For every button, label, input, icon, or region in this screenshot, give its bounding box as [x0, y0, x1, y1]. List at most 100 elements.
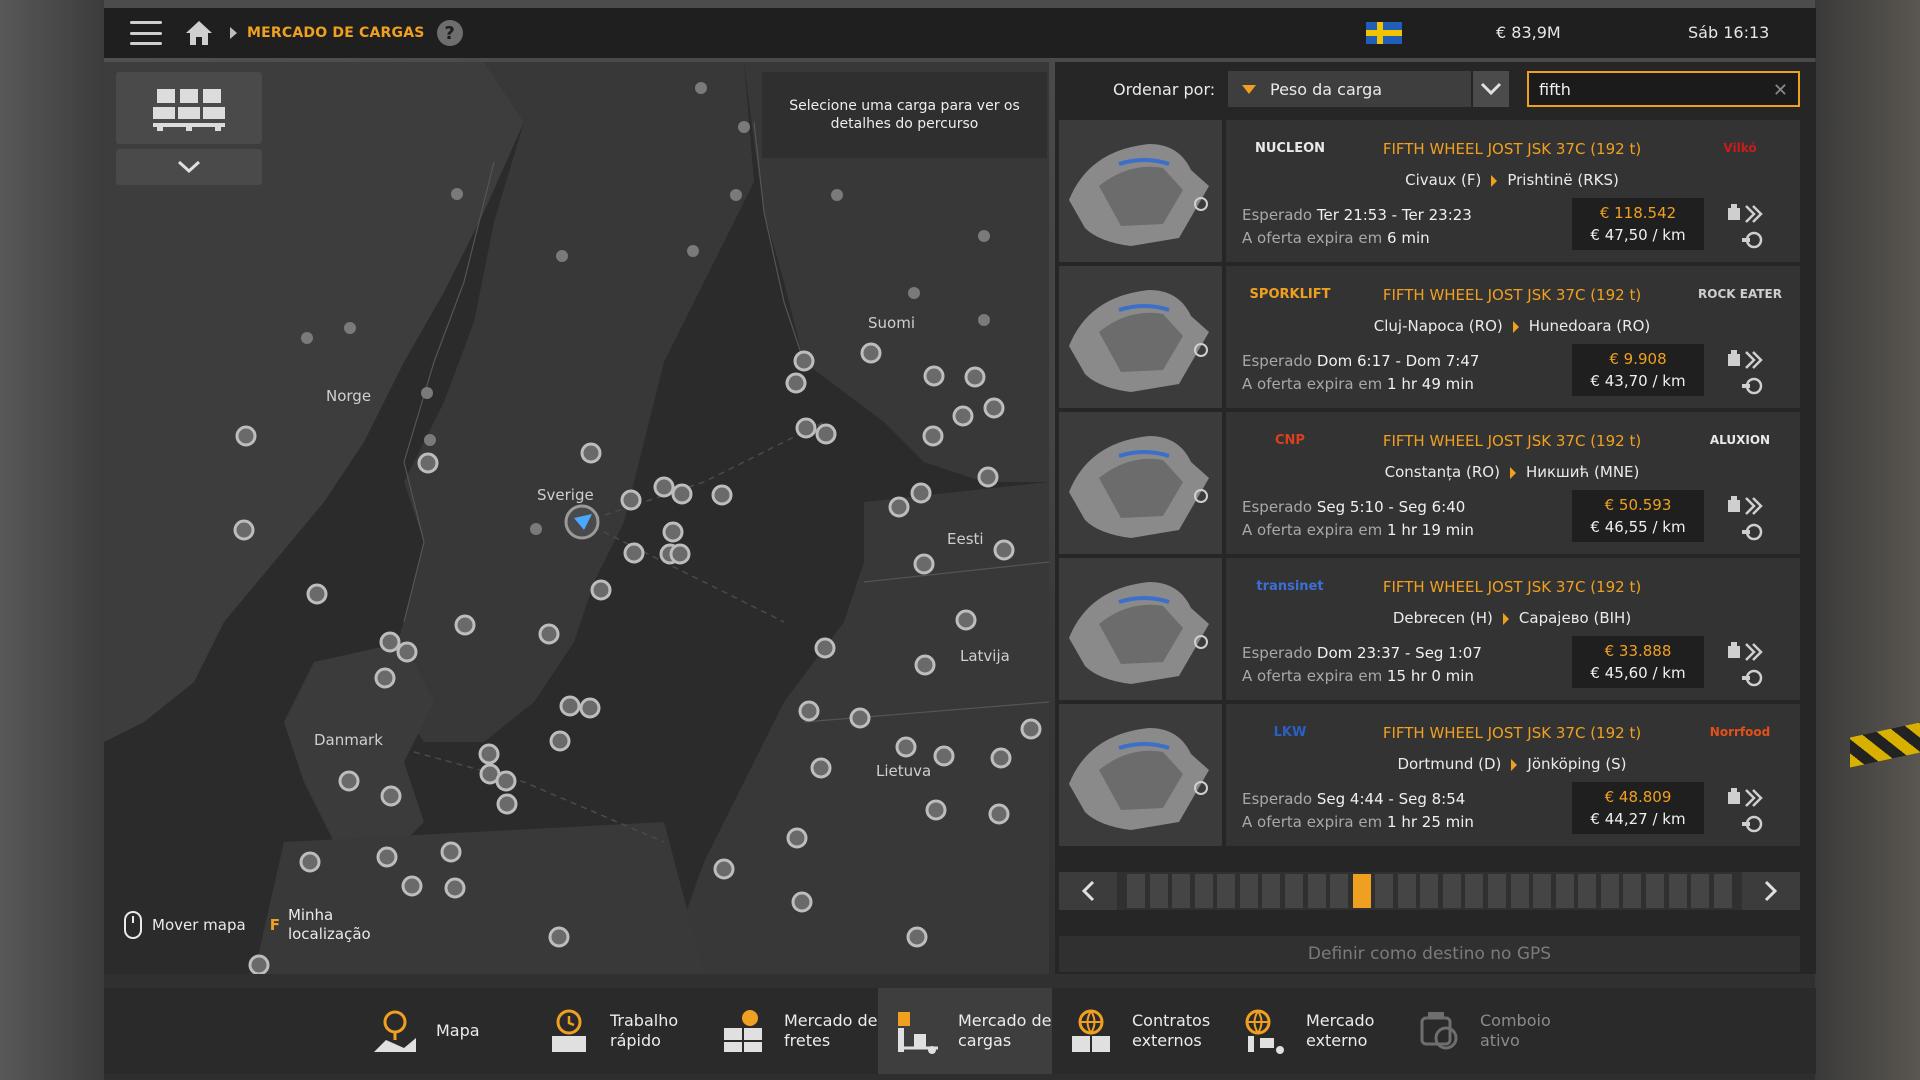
- mouse-icon: [124, 911, 142, 939]
- cargo-view-button[interactable]: [116, 72, 262, 144]
- nav-label: Mercado de fretes: [784, 1011, 878, 1050]
- help-icon[interactable]: ?: [436, 20, 463, 46]
- job-icons: [1726, 202, 1766, 252]
- nav-map[interactable]: Mapa: [356, 988, 530, 1074]
- page-dot[interactable]: [1352, 874, 1371, 908]
- page-dot[interactable]: [1713, 874, 1732, 908]
- route-origin: Debrecen (H): [1392, 609, 1493, 627]
- page-dot[interactable]: [1623, 874, 1642, 908]
- job-card[interactable]: NUCLEON FIFTH WHEEL JOST JSK 37C (192 t)…: [1059, 120, 1800, 262]
- previous-page-button[interactable]: [1059, 872, 1117, 910]
- page-title: MERCADO DE CARGAS: [247, 25, 425, 41]
- job-icons: [1726, 494, 1766, 544]
- page-dot[interactable]: [1172, 874, 1191, 908]
- nav-label: Mercado externo: [1306, 1011, 1375, 1050]
- nav-external-market[interactable]: Mercado externo: [1226, 988, 1400, 1074]
- set-gps-destination-button[interactable]: Definir como destino no GPS: [1059, 936, 1800, 972]
- clear-search-icon[interactable]: ✕: [1773, 80, 1788, 101]
- job-card[interactable]: LKW FIFTH WHEEL JOST JSK 37C (192 t) Nor…: [1059, 704, 1800, 846]
- page-dot[interactable]: [1397, 874, 1416, 908]
- expires-time: 1 hr 19 min: [1387, 521, 1474, 539]
- source-company-logo: SPORKLIFT: [1249, 286, 1331, 302]
- chevron-down-icon: [1480, 82, 1502, 96]
- page-dot[interactable]: [1668, 874, 1687, 908]
- job-price: € 50.593 € 46,55 / km: [1572, 490, 1704, 542]
- page-dot[interactable]: [1465, 874, 1484, 908]
- job-icons: [1726, 786, 1766, 836]
- page-dot[interactable]: [1555, 874, 1574, 908]
- job-info: NUCLEON FIFTH WHEEL JOST JSK 37C (192 t)…: [1226, 120, 1800, 262]
- fast-delivery-icon: [1745, 351, 1763, 369]
- page-dot[interactable]: [1442, 874, 1461, 908]
- page-dot[interactable]: [1533, 874, 1552, 908]
- map-footer: Mover mapa F Minha localização: [124, 906, 371, 944]
- cargo-weight-icon: [1728, 350, 1740, 366]
- trailer-icon: [1742, 669, 1763, 687]
- page-dot[interactable]: [1600, 874, 1619, 908]
- job-card[interactable]: transinet FIFTH WHEEL JOST JSK 37C (192 …: [1059, 558, 1800, 700]
- page-dot[interactable]: [1127, 874, 1145, 908]
- job-price: € 33.888 € 45,60 / km: [1572, 636, 1704, 688]
- convoy-icon: [1420, 1012, 1458, 1050]
- nav-freight-market[interactable]: Mercado de fretes: [704, 988, 878, 1074]
- fast-delivery-icon: [1745, 205, 1763, 223]
- job-rate-per-km: € 46,55 / km: [1590, 518, 1686, 536]
- route-arrow-icon: [1491, 174, 1498, 187]
- page-dot[interactable]: [1375, 874, 1394, 908]
- sort-select[interactable]: Peso da carga: [1228, 71, 1471, 107]
- route-arrow-icon: [1509, 466, 1516, 479]
- page-dot[interactable]: [1578, 874, 1597, 908]
- source-company-logo: transinet: [1256, 578, 1324, 594]
- external-contracts-icon: [1072, 1009, 1110, 1052]
- page-dot[interactable]: [1149, 874, 1168, 908]
- page-dot[interactable]: [1239, 874, 1258, 908]
- my-location-button[interactable]: Minha localização: [288, 906, 371, 944]
- map-canvas[interactable]: [104, 62, 1049, 974]
- route-destination: Никшић (MNE): [1525, 463, 1640, 481]
- bottom-navigation: Mapa Trabalho rápido Mercado de fretes M…: [104, 988, 1816, 1074]
- page-dot[interactable]: [1307, 874, 1326, 908]
- home-icon[interactable]: [184, 19, 214, 47]
- page-dot[interactable]: [1420, 874, 1439, 908]
- expected-time: Seg 4:44 - Seg 8:54: [1316, 790, 1466, 808]
- nav-quick-job[interactable]: Trabalho rápido: [530, 988, 704, 1074]
- job-revenue: € 118.542: [1599, 204, 1677, 222]
- expires-time: 6 min: [1387, 229, 1430, 247]
- target-company-logo: [1690, 566, 1790, 606]
- expires-label: A oferta expira em: [1242, 229, 1383, 247]
- sort-dropdown-button[interactable]: [1473, 71, 1509, 107]
- next-page-button[interactable]: [1742, 872, 1800, 910]
- page-dot[interactable]: [1217, 874, 1236, 908]
- job-card[interactable]: CNP FIFTH WHEEL JOST JSK 37C (192 t) ALU…: [1059, 412, 1800, 554]
- job-icons: [1726, 640, 1766, 690]
- nav-convoy[interactable]: Comboio ativo: [1400, 988, 1574, 1074]
- fifth-wheel-image: [1059, 704, 1222, 846]
- source-company-logo: NUCLEON: [1254, 140, 1326, 156]
- offer-expiry: A oferta expira em 1 hr 19 min: [1242, 521, 1474, 539]
- nav-external-contracts[interactable]: Contratos externos: [1052, 988, 1226, 1074]
- map-panel[interactable]: Norge Sverige Suomi Eesti Latvija Danmar…: [104, 62, 1049, 974]
- job-price: € 9.908 € 43,70 / km: [1572, 344, 1704, 396]
- move-map-label: Mover mapa: [152, 916, 246, 934]
- page-dot[interactable]: [1645, 874, 1664, 908]
- page-dot[interactable]: [1691, 874, 1710, 908]
- search-input[interactable]: [1539, 79, 1759, 99]
- job-icons: [1726, 348, 1766, 398]
- game-clock: Sáb 16:13: [1688, 23, 1770, 42]
- external-market-icon: [1245, 1009, 1284, 1054]
- expected-label: Esperado: [1242, 498, 1313, 516]
- page-dot[interactable]: [1510, 874, 1529, 908]
- nav-cargo-market[interactable]: Mercado de cargas: [878, 988, 1052, 1074]
- page-dot[interactable]: [1194, 874, 1213, 908]
- job-card[interactable]: SPORKLIFT FIFTH WHEEL JOST JSK 37C (192 …: [1059, 266, 1800, 408]
- page-dot[interactable]: [1330, 874, 1349, 908]
- target-company-logo: ROCK EATER: [1698, 287, 1782, 301]
- hamburger-menu-icon[interactable]: [130, 21, 162, 45]
- search-field[interactable]: ✕: [1527, 71, 1800, 107]
- page-dot[interactable]: [1284, 874, 1303, 908]
- job-price: € 48.809 € 44,27 / km: [1572, 782, 1704, 834]
- page-dot[interactable]: [1488, 874, 1506, 908]
- expires-time: 1 hr 49 min: [1387, 375, 1474, 393]
- page-dot[interactable]: [1262, 874, 1281, 908]
- expand-chevron-button[interactable]: [116, 149, 262, 185]
